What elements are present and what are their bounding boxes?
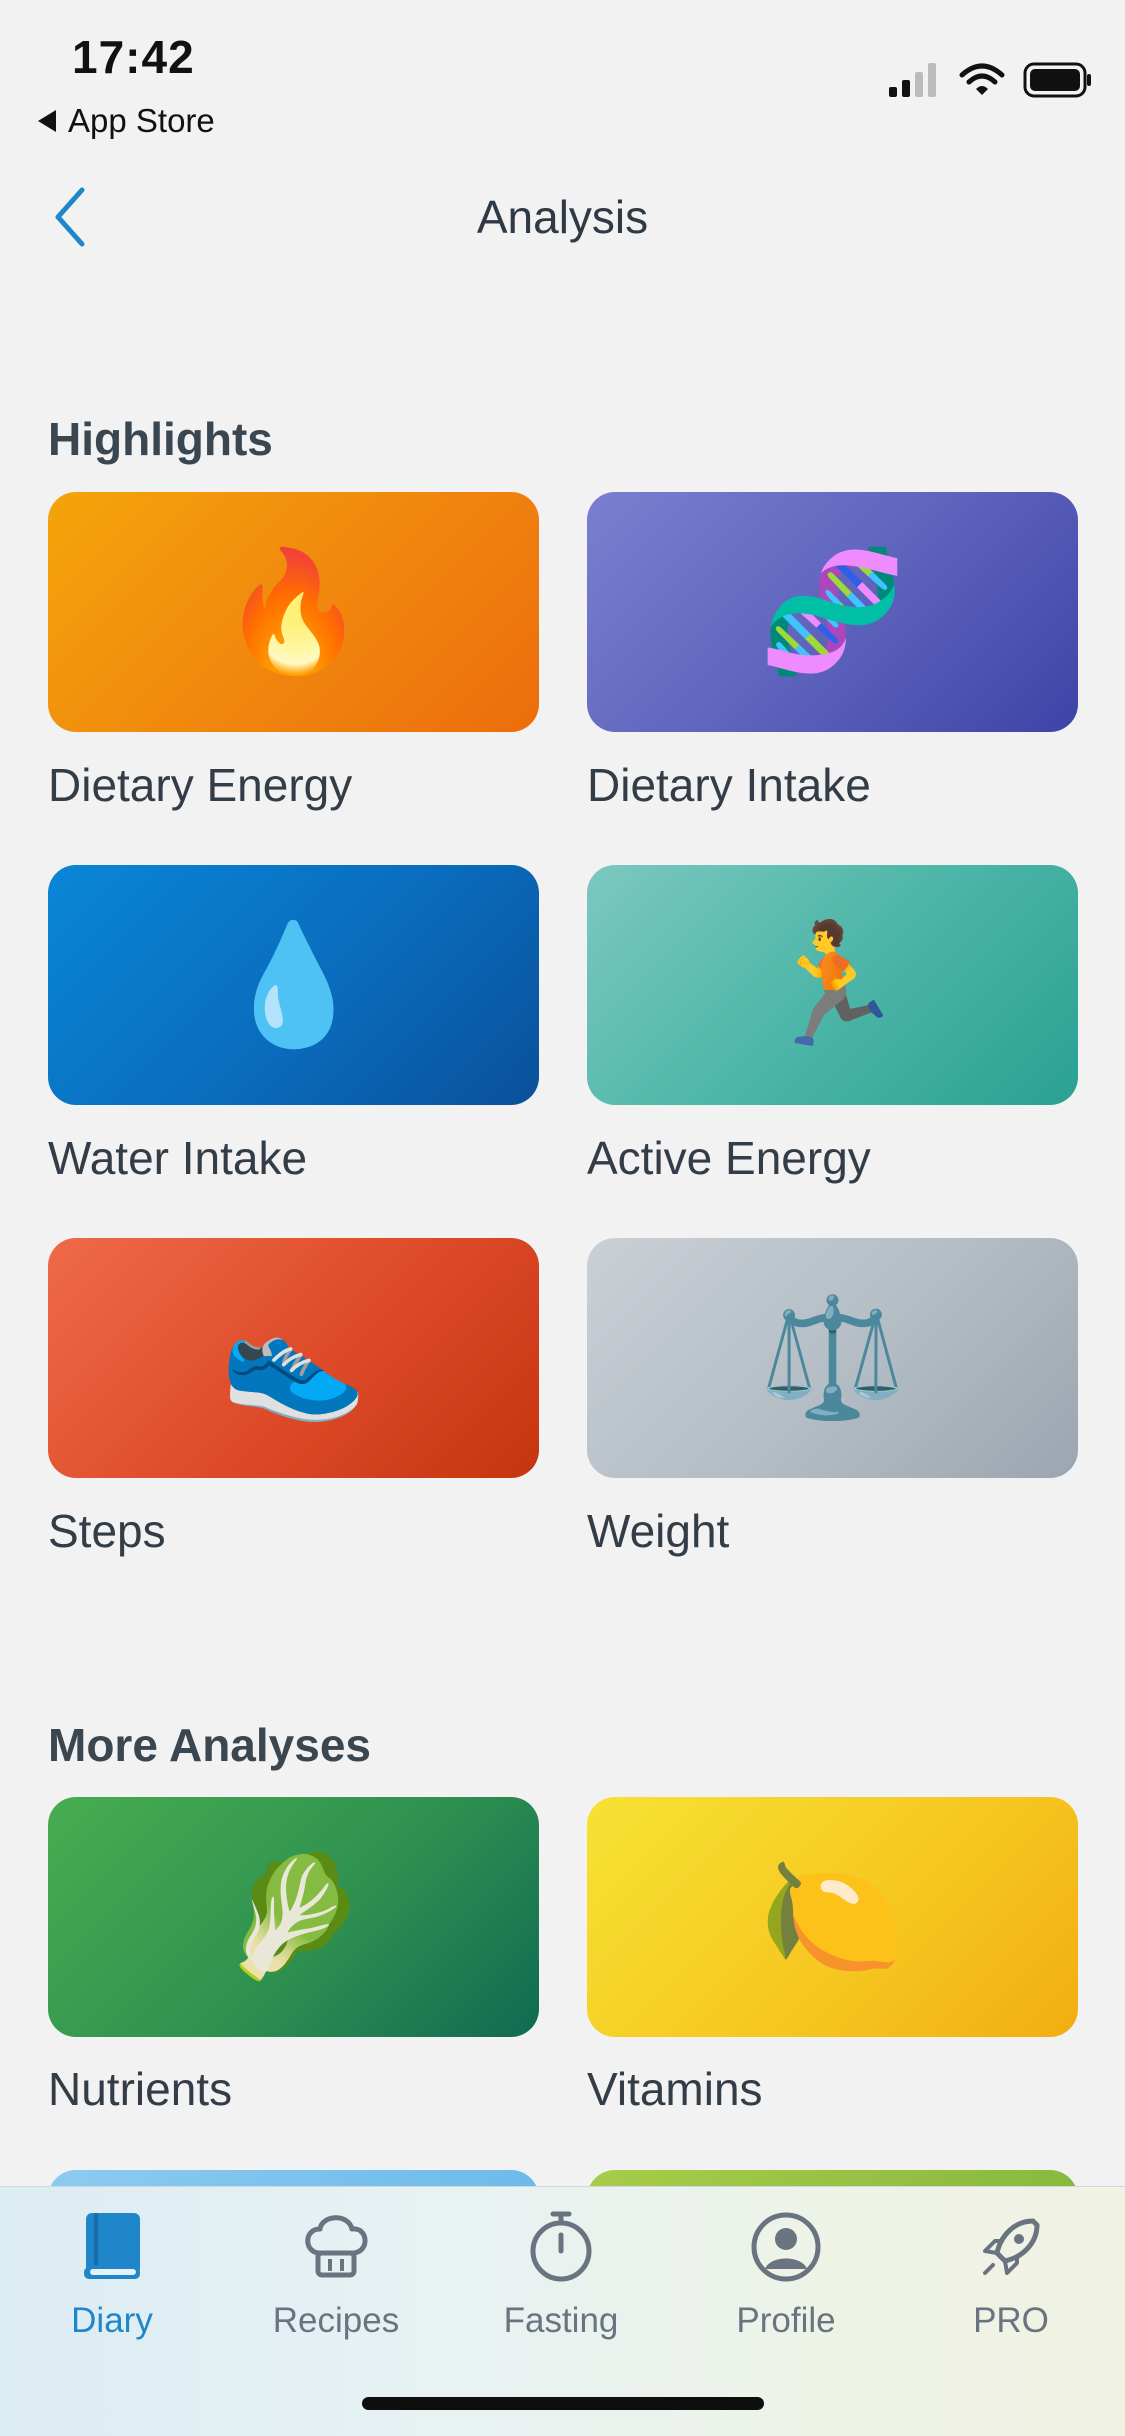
tab-recipes[interactable]: Recipes: [236, 2207, 436, 2341]
lemon-icon: 🍋: [759, 1851, 906, 1983]
rocket-icon: [983, 2218, 1040, 2275]
tab-pro-label: PRO: [973, 2301, 1049, 2340]
signal-icon: [889, 63, 936, 97]
vitamins-card[interactable]: 🍋: [587, 1797, 1078, 2037]
dietary-intake-label: Dietary Intake: [587, 759, 871, 811]
status-icons: [889, 62, 1093, 98]
tab-diary-label: Diary: [71, 2301, 153, 2340]
tab-diary[interactable]: Diary: [12, 2207, 212, 2341]
tab-recipes-label: Recipes: [272, 2301, 400, 2340]
dietary-energy-card[interactable]: 🔥: [48, 492, 539, 732]
vitamins-label: Vitamins: [587, 2063, 763, 2115]
battery-icon: [1023, 62, 1091, 98]
water-intake-card[interactable]: 💧: [48, 865, 539, 1105]
chef-hat-icon: [305, 2215, 368, 2278]
status-back-label: App Store: [68, 102, 215, 139]
dna-icon: 🧬: [759, 546, 906, 678]
weight-label: Weight: [587, 1505, 730, 1557]
book-icon: [84, 2213, 140, 2279]
droplet-icon: 💧: [220, 919, 367, 1051]
stopwatch-icon: [530, 2211, 592, 2282]
tab-fasting-label: Fasting: [503, 2301, 619, 2340]
tab-pro[interactable]: PRO: [911, 2207, 1111, 2341]
scale-icon: ⚖️: [759, 1292, 906, 1424]
user-icon: [751, 2212, 821, 2282]
wifi-icon: [959, 63, 1005, 95]
analysis-screen: 17:42 App Store Analysis Highlights 🔥 Di…: [0, 0, 1125, 2436]
active-energy-label: Active Energy: [587, 1132, 871, 1184]
dietary-energy-label: Dietary Energy: [48, 759, 353, 811]
status-time: 17:42: [72, 31, 195, 83]
steps-label: Steps: [48, 1505, 166, 1557]
tab-profile-label: Profile: [736, 2301, 836, 2340]
water-intake-label: Water Intake: [48, 1132, 308, 1184]
home-indicator[interactable]: [362, 2397, 764, 2410]
weight-card[interactable]: ⚖️: [587, 1238, 1078, 1478]
more-analyses-heading: More Analyses: [48, 1719, 371, 1771]
fire-icon: 🔥: [220, 546, 367, 678]
tab-fasting[interactable]: Fasting: [461, 2207, 661, 2341]
dietary-intake-card[interactable]: 🧬: [587, 492, 1078, 732]
leafy-green-icon: 🥬: [220, 1851, 367, 1983]
tab-profile[interactable]: Profile: [686, 2207, 886, 2341]
highlights-heading: Highlights: [48, 413, 273, 465]
active-energy-card[interactable]: 🏃: [587, 865, 1078, 1105]
page-title: Analysis: [476, 191, 649, 243]
back-triangle-icon: [38, 110, 56, 132]
nutrients-label: Nutrients: [48, 2063, 233, 2115]
runner-icon: 🏃: [759, 919, 906, 1051]
nutrients-card[interactable]: 🥬: [48, 1797, 539, 2037]
status-back-to-app[interactable]: App Store: [38, 102, 215, 140]
sneaker-icon: 👟: [220, 1292, 367, 1424]
steps-card[interactable]: 👟: [48, 1238, 539, 1478]
